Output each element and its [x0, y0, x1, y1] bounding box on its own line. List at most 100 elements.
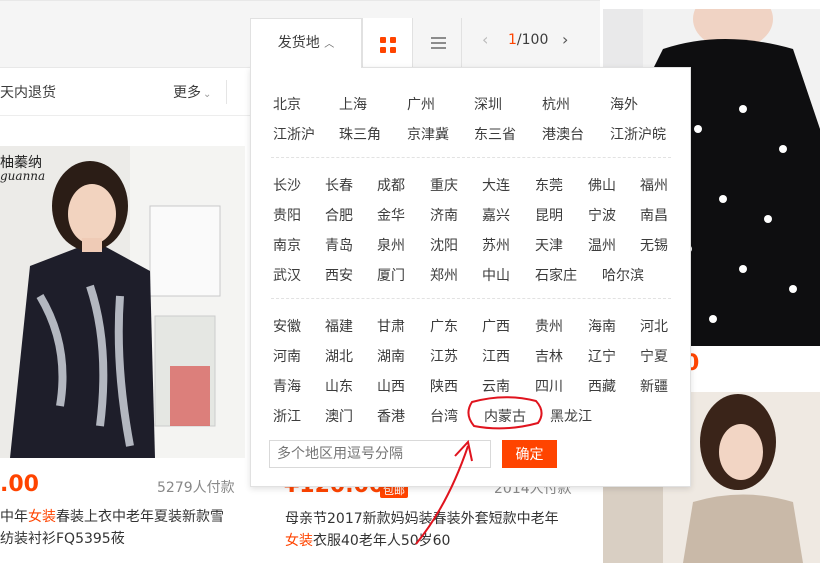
city-option[interactable]: 黑龙江	[550, 406, 592, 426]
chevron-down-icon: ⌄	[203, 89, 212, 100]
list-view-button[interactable]	[412, 18, 462, 68]
city-option[interactable]: 长春	[325, 175, 353, 195]
ship-from-label: 发货地	[277, 35, 320, 51]
city-option[interactable]: 贵阳	[273, 205, 301, 225]
city-option[interactable]: 珠三角	[339, 124, 381, 144]
city-option[interactable]: 大连	[482, 175, 510, 195]
city-option[interactable]: 河南	[273, 346, 301, 366]
city-option[interactable]: 广东	[430, 316, 458, 336]
city-option[interactable]: 山东	[325, 376, 353, 396]
city-option[interactable]: 中山	[482, 265, 510, 285]
filter-more-label: 更多	[173, 85, 201, 101]
city-option[interactable]: 港澳台	[542, 124, 584, 144]
city-option[interactable]: 京津冀	[407, 124, 449, 144]
city-option[interactable]: 宁夏	[640, 346, 668, 366]
city-option[interactable]: 嘉兴	[482, 205, 510, 225]
city-option[interactable]: 东莞	[535, 175, 563, 195]
city-option[interactable]: 辽宁	[588, 346, 616, 366]
city-option[interactable]: 宁波	[588, 205, 616, 225]
city-option[interactable]: 西藏	[588, 376, 616, 396]
title-text: 衣服40老年人50岁60	[313, 533, 451, 549]
city-option[interactable]: 云南	[482, 376, 510, 396]
city-option[interactable]: 哈尔滨	[602, 265, 644, 285]
city-option[interactable]: 深圳	[474, 94, 502, 114]
city-option[interactable]: 南京	[273, 235, 301, 255]
city-option[interactable]: 山西	[377, 376, 405, 396]
city-option[interactable]: 天津	[535, 235, 563, 255]
city-option[interactable]: 内蒙古	[484, 406, 526, 426]
city-option[interactable]: 泉州	[377, 235, 405, 255]
city-option[interactable]: 福建	[325, 316, 353, 336]
city-option[interactable]: 江浙沪皖	[610, 124, 666, 144]
city-option[interactable]: 昆明	[535, 205, 563, 225]
filter-divider	[226, 80, 227, 104]
city-option[interactable]: 江苏	[430, 346, 458, 366]
city-option[interactable]: 北京	[273, 94, 301, 114]
city-option[interactable]: 台湾	[430, 406, 458, 426]
ship-from-panel: 北京 上海 广州 深圳 杭州 海外江浙沪 珠三角 京津冀 东三省 港澳台 江浙沪皖 长沙 长春 成都 重庆…	[250, 67, 691, 487]
city-option[interactable]: 四川	[535, 376, 563, 396]
city-option[interactable]: 广州	[407, 94, 435, 114]
city-option[interactable]: 成都	[377, 175, 405, 195]
city-option[interactable]: 济南	[430, 205, 458, 225]
page-total: /100	[516, 32, 549, 48]
product-title-middle[interactable]: 母亲节2017新款妈妈装春装外套短款中老年 女装衣服40老年人50岁60	[285, 508, 585, 552]
city-option[interactable]: 杭州	[542, 94, 570, 114]
city-option[interactable]: 江浙沪	[273, 124, 315, 144]
city-option[interactable]: 香港	[377, 406, 405, 426]
filter-more-button[interactable]: 更多 ⌄	[173, 82, 211, 102]
city-option[interactable]: 吉林	[535, 346, 563, 366]
city-option[interactable]: 厦门	[377, 265, 405, 285]
page-current: 1	[508, 32, 517, 48]
city-option[interactable]: 海外	[610, 94, 638, 114]
city-option[interactable]: 佛山	[588, 175, 616, 195]
city-option[interactable]: 河北	[640, 316, 668, 336]
city-option[interactable]: 安徽	[273, 316, 301, 336]
confirm-button[interactable]: 确定	[502, 440, 557, 468]
city-option[interactable]: 无锡	[640, 235, 668, 255]
filter-seven-day-return[interactable]: 天内退货	[0, 82, 56, 102]
title-text: 母亲节2017新款妈妈装春装外套短款中老年	[285, 511, 559, 527]
multi-region-input[interactable]	[269, 440, 491, 468]
title-highlight: 女装	[28, 509, 56, 525]
city-option[interactable]: 郑州	[430, 265, 458, 285]
city-option[interactable]: 西安	[325, 265, 353, 285]
city-option[interactable]: 新疆	[640, 376, 668, 396]
city-option[interactable]: 澳门	[325, 406, 353, 426]
city-option[interactable]: 青海	[273, 376, 301, 396]
city-option[interactable]: 青岛	[325, 235, 353, 255]
pager: ‹ 1/100 ›	[470, 30, 580, 56]
city-option[interactable]: 福州	[640, 175, 668, 195]
city-option[interactable]: 苏州	[482, 235, 510, 255]
city-option[interactable]: 湖南	[377, 346, 405, 366]
city-option[interactable]: 上海	[339, 94, 367, 114]
city-option[interactable]: 长沙	[273, 175, 301, 195]
city-option[interactable]: 武汉	[273, 265, 301, 285]
grid-view-button[interactable]	[362, 18, 412, 68]
city-option[interactable]: 重庆	[430, 175, 458, 195]
city-option[interactable]: 温州	[588, 235, 616, 255]
product-image-left[interactable]	[0, 146, 245, 458]
city-option[interactable]: 合肥	[325, 205, 353, 225]
title-highlight: 女装	[285, 533, 313, 549]
product-brand-en-left: guanna	[0, 169, 46, 183]
city-option[interactable]: 贵州	[535, 316, 563, 336]
city-option[interactable]: 沈阳	[430, 235, 458, 255]
product-title-left[interactable]: 中年女装春装上衣中老年夏装新款雪 纺装衬衫FQ5395莜	[0, 506, 240, 550]
next-page-icon[interactable]: ›	[562, 30, 568, 49]
city-option[interactable]: 石家庄	[535, 265, 577, 285]
city-option[interactable]: 海南	[588, 316, 616, 336]
prev-page-icon[interactable]: ‹	[482, 30, 488, 49]
city-option[interactable]: 浙江	[273, 406, 301, 426]
title-text: 春装上衣中老年夏装新款雪	[56, 509, 224, 525]
city-option[interactable]: 广西	[482, 316, 510, 336]
city-option[interactable]: 江西	[482, 346, 510, 366]
city-option[interactable]: 甘肃	[377, 316, 405, 336]
chevron-up-icon: ︿	[324, 39, 335, 50]
city-option[interactable]: 金华	[377, 205, 405, 225]
city-option[interactable]: 陕西	[430, 376, 458, 396]
ship-from-tab[interactable]: 发货地 ︿	[250, 18, 362, 68]
city-option[interactable]: 东三省	[474, 124, 516, 144]
city-option[interactable]: 南昌	[640, 205, 668, 225]
city-option[interactable]: 湖北	[325, 346, 353, 366]
